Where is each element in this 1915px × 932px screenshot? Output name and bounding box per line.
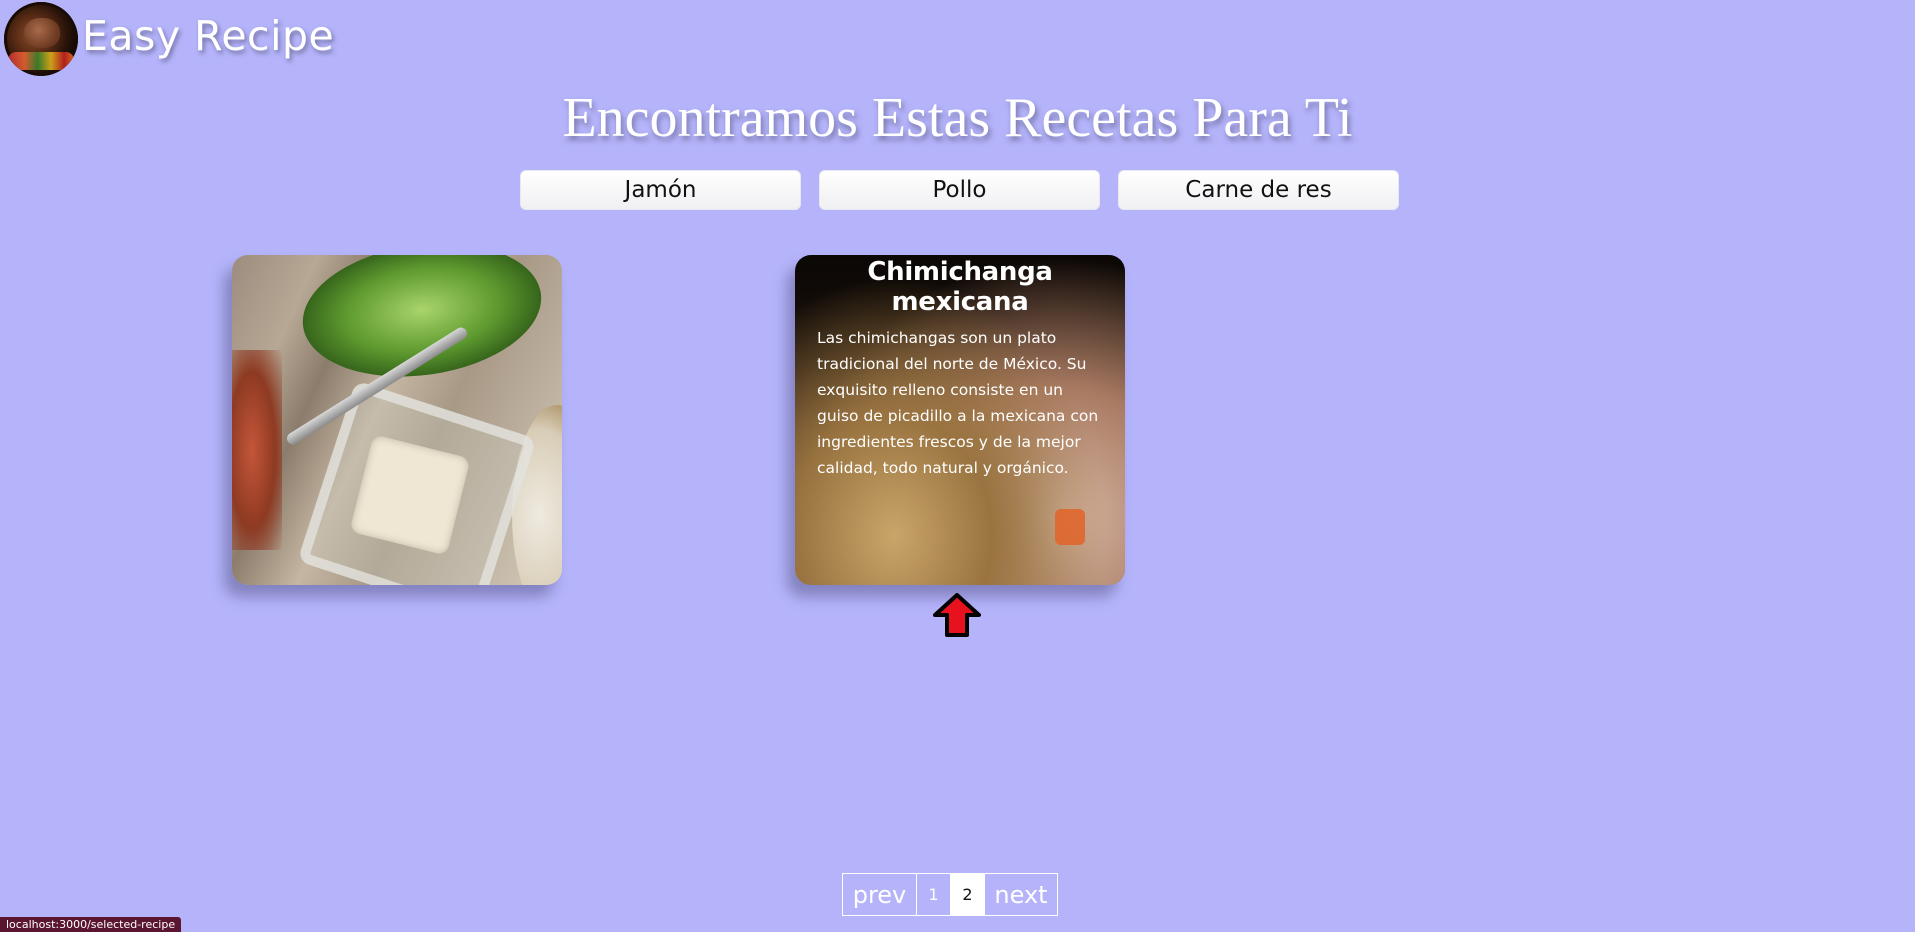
pagination-page-2-current[interactable]: 2 (951, 873, 985, 916)
recipe-card-chimichanga[interactable]: Chimichanga mexicana Las chimichangas so… (795, 255, 1125, 585)
page: Easy Recipe Encontramos Estas Recetas Pa… (0, 0, 1915, 932)
red-up-arrow-icon (933, 593, 981, 637)
recipe-card-description: Las chimichangas son un plato tradiciona… (817, 329, 1099, 477)
lettuce-graphic (294, 255, 550, 392)
carrot-graphic (1055, 509, 1085, 545)
tomato-graphic (232, 350, 282, 550)
recipe-card-title: Chimichanga mexicana (867, 257, 1053, 317)
pagination-prev-button[interactable]: prev (842, 873, 917, 916)
grilled-meat-logo-icon[interactable] (4, 2, 78, 76)
brand[interactable]: Easy Recipe (4, 2, 334, 76)
plate-graphic (512, 405, 562, 585)
status-bar-url: localhost:3000/selected-recipe (0, 917, 182, 932)
peppers-graphic (8, 52, 74, 70)
pagination-page-1[interactable]: 1 (917, 873, 951, 916)
filter-button-carne-de-res[interactable]: Carne de res (1118, 170, 1399, 210)
filter-button-jamon[interactable]: Jamón (520, 170, 801, 210)
recipe-card-salad[interactable] (232, 255, 562, 585)
brand-title[interactable]: Easy Recipe (82, 12, 334, 60)
salad-photo-image (232, 255, 562, 585)
meat-graphic (24, 18, 60, 48)
pagination: prev 1 2 next (842, 873, 1058, 916)
page-title: Encontramos Estas Recetas Para Ti (562, 87, 1353, 149)
pagination-next-button[interactable]: next (985, 873, 1058, 916)
filter-button-pollo[interactable]: Pollo (819, 170, 1100, 210)
ingredient-filters: Jamón Pollo Carne de res (520, 170, 1399, 210)
